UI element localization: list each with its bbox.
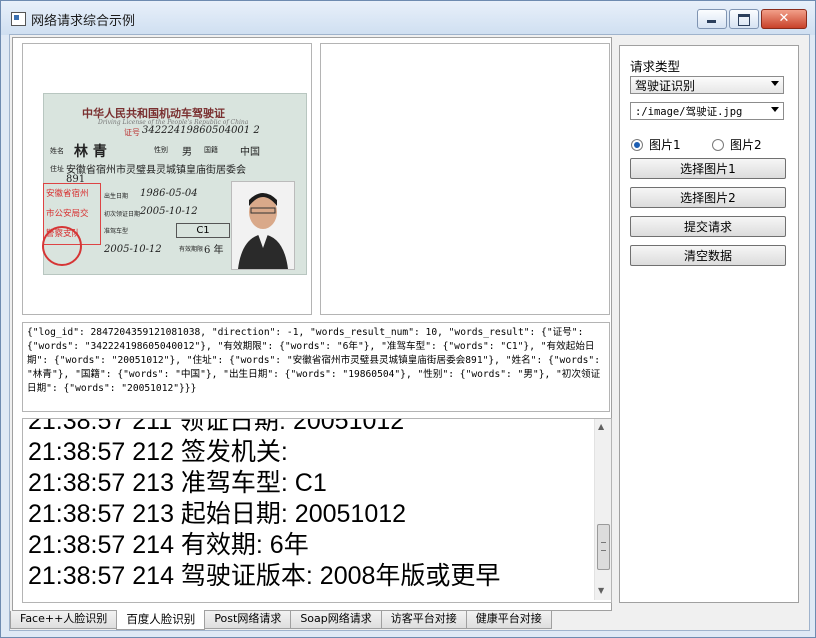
request-type-value: 驾驶证识别 [635,79,696,93]
image-path-select[interactable]: :/image/驾驶证.jpg [630,102,784,120]
window-controls: ✕ [695,9,807,29]
card-name-label: 姓名 [50,147,64,155]
select-image1-button[interactable]: 选择图片1 [630,158,786,179]
log-line: 21:38:57 214 驾驶证版本: 2008年版或更早 [28,562,501,590]
log-output[interactable]: 21:38:57 211 领证日期: 20051012 21:38:57 212… [22,418,612,603]
card-valid-label: 有效期限 [179,246,204,253]
minimize-icon [707,20,716,23]
image-path-value: :/image/驾驶证.jpg [635,106,743,118]
scroll-thumb[interactable] [597,524,610,570]
card-name: 林 青 [74,144,107,160]
log-scrollbar[interactable]: ▲ ▼ [594,419,611,600]
close-icon: ✕ [778,11,790,26]
json-result-text[interactable]: {"log_id": 2847204359121081038, "directi… [22,322,610,412]
radio-image1-label: 图片1 [649,138,681,152]
dropdown-arrow-icon [771,107,779,112]
card-address-label: 住址 [50,165,64,173]
scroll-down-icon[interactable]: ▼ [598,586,604,595]
app-icon [11,12,26,26]
maximize-icon [738,14,750,26]
window-title: 网络请求综合示例 [31,14,136,29]
radio-checked-icon [631,138,643,151]
scroll-up-icon[interactable]: ▲ [598,422,604,431]
tab-post[interactable]: Post网络请求 [204,611,292,629]
driving-license-image: 中华人民共和国机动车驾驶证 Driving License of the Peo… [42,93,307,275]
card-address: 安徽省宿州市灵璧县灵城镇皇庙街居委会 [66,165,246,176]
radio-image1[interactable]: 图片1 [631,136,681,153]
radio-unchecked-icon [712,138,724,151]
card-valid: 6 年 [204,245,224,256]
submit-request-button[interactable]: 提交请求 [630,216,786,237]
log-line: 21:38:57 213 起始日期: 20051012 [28,500,407,528]
log-lines: 21:38:57 211 领证日期: 20051012 21:38:57 212… [23,418,501,592]
client-area: 中华人民共和国机动车驾驶证 Driving License of the Peo… [9,34,810,631]
card-class-label: 准驾车型 [104,228,129,235]
image-box-2 [320,43,610,315]
card-cert-no: 34222419860504001 2 [142,125,260,136]
tab-visitor[interactable]: 访客平台对接 [380,611,467,629]
card-class: C1 [176,223,230,238]
tab-baidu[interactable]: 百度人脸识别 [116,610,206,630]
request-type-select[interactable]: 驾驶证识别 [630,76,784,94]
card-nation-label: 国籍 [204,146,218,154]
card-cert-no-label: 证号 [124,128,140,137]
close-button[interactable]: ✕ [761,9,807,29]
main-window: 网络请求综合示例 ✕ 中华人民共和国机动车驾驶证 Driving License… [0,0,816,638]
log-line: 21:38:57 212 签发机关: [28,438,288,466]
card-birth: 1986-05-04 [140,188,198,199]
portrait-photo [231,181,295,270]
stamp-line: 市公安局交 [46,209,89,219]
red-seal [42,226,82,266]
request-panel: 请求类型 驾驶证识别 :/image/驾驶证.jpg 图片1 图片2 选择图片1… [619,45,799,603]
card-sex-label: 性别 [154,146,168,154]
minimize-button[interactable] [697,9,727,29]
card-birth-label: 出生日期 [104,193,129,200]
dropdown-arrow-icon [771,81,779,86]
tab-facepp[interactable]: Face++人脸识别 [10,611,118,629]
tab-health[interactable]: 健康平台对接 [465,611,552,629]
card-first-issue: 2005-10-12 [140,206,198,217]
card-valid-from: 2005-10-12 [104,244,162,255]
tab-soap[interactable]: Soap网络请求 [290,611,382,629]
radio-image2-label: 图片2 [730,138,762,152]
card-first-issue-label: 初次领证日期 [104,211,141,218]
image-box-1: 中华人民共和国机动车驾驶证 Driving License of the Peo… [22,43,312,315]
log-line: 21:38:57 214 有效期: 6年 [28,531,309,559]
card-nation: 中国 [240,147,260,158]
portrait-drawing [238,193,288,269]
title-bar[interactable]: 网络请求综合示例 ✕ [1,1,815,35]
tab-content-baidu: 中华人民共和国机动车驾驶证 Driving License of the Peo… [12,37,799,611]
log-line: 21:38:57 211 领证日期: 20051012 [28,418,405,435]
card-sex: 男 [182,147,192,158]
stamp-line: 安徽省宿州 [46,189,89,199]
radio-image2[interactable]: 图片2 [712,136,762,153]
tab-bar: Face++人脸识别 百度人脸识别 Post网络请求 Soap网络请求 访客平台… [10,610,552,630]
clear-data-button[interactable]: 清空数据 [630,245,786,266]
log-line: 21:38:57 213 准驾车型: C1 [28,469,327,497]
request-type-label: 请求类型 [630,59,681,74]
select-image2-button[interactable]: 选择图片2 [630,187,786,208]
maximize-button[interactable] [729,9,759,29]
